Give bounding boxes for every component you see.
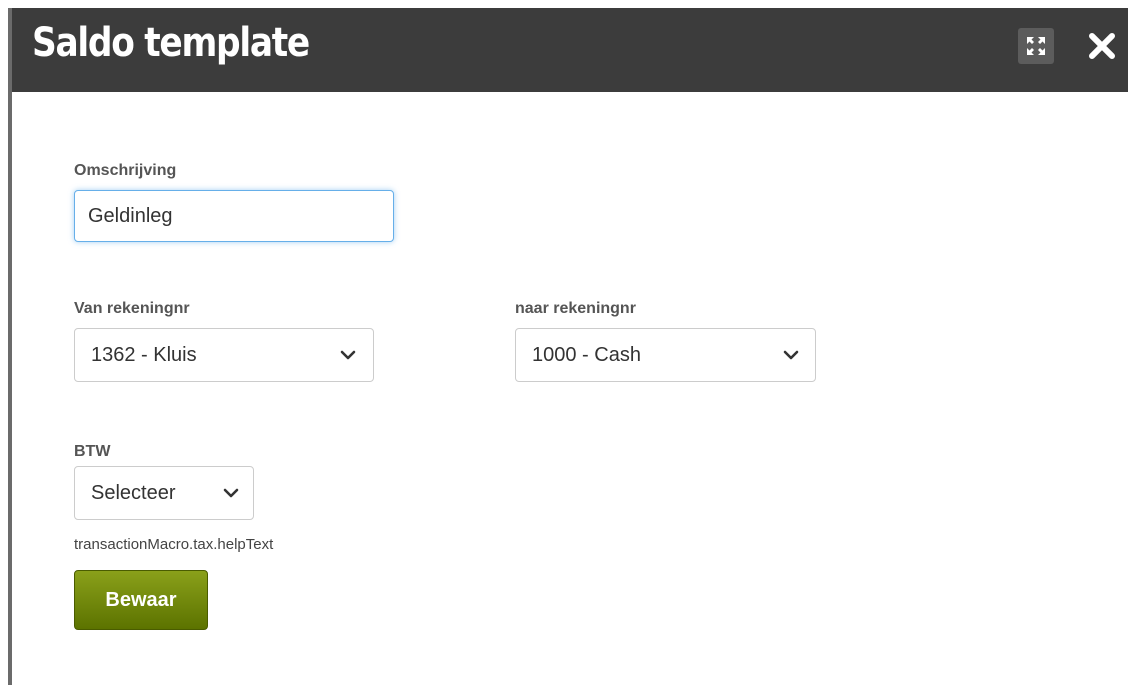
dialog-content: Omschrijving Geldinleg Van rekeningnr 13…: [12, 92, 1128, 685]
to-account-select[interactable]: 1000 - Cash: [515, 328, 816, 382]
chevron-down-icon: [340, 350, 356, 360]
tax-select[interactable]: Selecteer: [74, 466, 254, 520]
chevron-down-icon: [223, 488, 239, 498]
dialog-title: Saldo template: [32, 20, 310, 66]
description-label: Omschrijving: [74, 162, 177, 179]
close-button[interactable]: [1084, 26, 1120, 66]
tax-label: BTW: [74, 443, 111, 460]
chevron-down-icon: [783, 350, 799, 360]
description-input[interactable]: Geldinleg: [74, 190, 394, 242]
close-icon: [1089, 33, 1115, 59]
left-edge: [0, 8, 8, 685]
to-account-value: 1000 - Cash: [532, 344, 641, 366]
from-account-value: 1362 - Kluis: [91, 344, 197, 366]
dialog-titlebar: Saldo template: [12, 8, 1128, 92]
from-account-label: Van rekeningnr: [74, 300, 190, 317]
from-account-select[interactable]: 1362 - Kluis: [74, 328, 374, 382]
tax-value: Selecteer: [91, 482, 176, 504]
maximize-button[interactable]: [1018, 28, 1054, 64]
save-button[interactable]: Bewaar: [74, 570, 208, 630]
maximize-icon: [1027, 37, 1045, 55]
tax-help-text: transactionMacro.tax.helpText: [74, 536, 274, 553]
top-strip: [0, 0, 1128, 8]
to-account-label: naar rekeningnr: [515, 300, 636, 317]
